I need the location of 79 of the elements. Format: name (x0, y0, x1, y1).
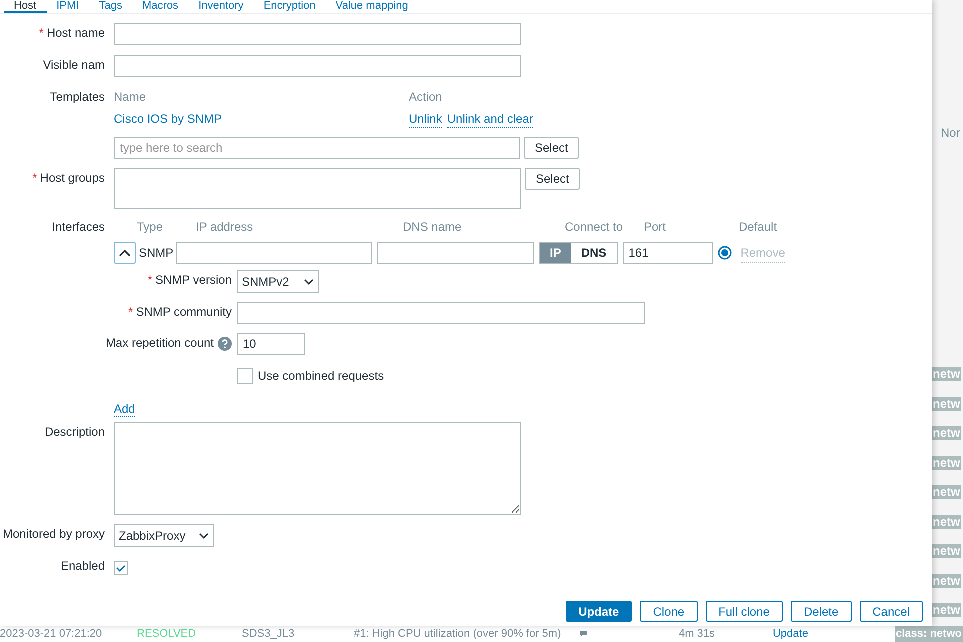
column-header: Action (409, 89, 442, 105)
dialog-button[interactable]: Delete (790, 601, 852, 622)
action-link[interactable]: Unlink and clear (447, 111, 534, 128)
column-header: Name (114, 89, 148, 105)
version-dropdown[interactable]: SNMPv2 (237, 270, 319, 293)
timestamp: 2023-03-21 07:21:20 (0, 627, 104, 642)
text-field[interactable] (114, 55, 521, 77)
toggle-option[interactable]: DNS (571, 243, 617, 263)
tab[interactable]: Macros (132, 0, 189, 13)
column-header: Connect to (565, 219, 624, 235)
chevron-down-icon (304, 278, 314, 284)
field-label: * Host name (38, 25, 105, 42)
template-link[interactable]: Cisco IOS by SNMP (114, 111, 409, 128)
port-field[interactable]: 161 (622, 242, 713, 264)
tab[interactable]: Inventory (188, 0, 254, 13)
text-field[interactable] (377, 242, 534, 264)
dialog-button[interactable]: Update (566, 601, 632, 622)
dialog-button[interactable]: Clone (640, 601, 698, 622)
add-link[interactable]: Add (114, 402, 136, 417)
field-label: Enabled (60, 558, 105, 575)
dialog-button[interactable]: Cancel (860, 601, 923, 622)
column-header: Port (644, 219, 668, 235)
tag: netw (932, 426, 962, 440)
column-header: Default (739, 219, 778, 235)
column-header: DNS name (403, 219, 463, 235)
proxy-dropdown[interactable]: ZabbixProxy (114, 524, 214, 547)
search-field[interactable]: type here to search (114, 137, 520, 159)
chevron-up-icon (119, 249, 131, 257)
multiselect-field[interactable] (114, 168, 521, 209)
tab[interactable]: Host (4, 0, 47, 13)
field-label: Templates (49, 89, 105, 105)
tag: netw (932, 514, 962, 528)
description-field[interactable] (114, 422, 521, 515)
update-link[interactable]: Update (772, 626, 895, 642)
column-header: Type (137, 219, 164, 235)
checkbox-label: Use combined requests (258, 368, 384, 385)
field-label: Description (44, 424, 105, 441)
chevron-down-icon (199, 532, 209, 538)
field-label: Max repetition count (106, 335, 214, 352)
host-name: SDS3_JL3 (242, 627, 296, 642)
dialog-button[interactable]: Full clone (706, 601, 783, 622)
field-label: * SNMP version (146, 272, 232, 289)
radio-button[interactable] (718, 246, 732, 260)
tab[interactable]: Value mapping (326, 0, 418, 13)
checkbox[interactable] (237, 368, 253, 384)
tag: netw (932, 367, 962, 381)
action-link[interactable]: Unlink (409, 111, 442, 128)
select-button[interactable]: Select (525, 168, 580, 190)
comment-icon (580, 629, 587, 639)
tab[interactable]: Encryption (254, 0, 326, 13)
field-label: Monitored by proxy (2, 526, 105, 543)
select-button[interactable]: Select (524, 137, 580, 159)
field-label: * Host groups (32, 170, 105, 187)
column-header: Nor (941, 125, 960, 142)
help-icon (218, 336, 232, 350)
text-field[interactable] (176, 242, 372, 264)
collapse-toggle[interactable] (114, 242, 136, 264)
tag: netw (932, 544, 962, 558)
text-field[interactable] (237, 302, 645, 324)
tag: class: netwo (894, 626, 963, 642)
tag: netw (932, 456, 962, 470)
toggle-option[interactable]: IP (540, 243, 572, 263)
tag: netw (932, 574, 962, 588)
tag: netw (932, 485, 962, 499)
tag: netw (932, 396, 962, 410)
problem-text: #1: High CPU utilization (over 90% for 5m) (354, 627, 562, 642)
tab[interactable]: IPMI (46, 0, 90, 13)
status-text: RESOLVED (137, 627, 198, 642)
checkbox[interactable] (114, 560, 128, 575)
text-field[interactable] (114, 23, 521, 45)
tab[interactable]: Tags (89, 0, 132, 13)
field-label: Interfaces (51, 219, 105, 235)
interface-type: SNMP (139, 245, 173, 262)
tag: netw (932, 603, 962, 617)
duration-text: 4m 31s (678, 627, 716, 642)
text-field[interactable]: 10 (237, 333, 305, 355)
column-header: IP address (196, 219, 254, 235)
field-label: Visible nam (42, 57, 105, 74)
field-label: * SNMP community (128, 304, 232, 321)
